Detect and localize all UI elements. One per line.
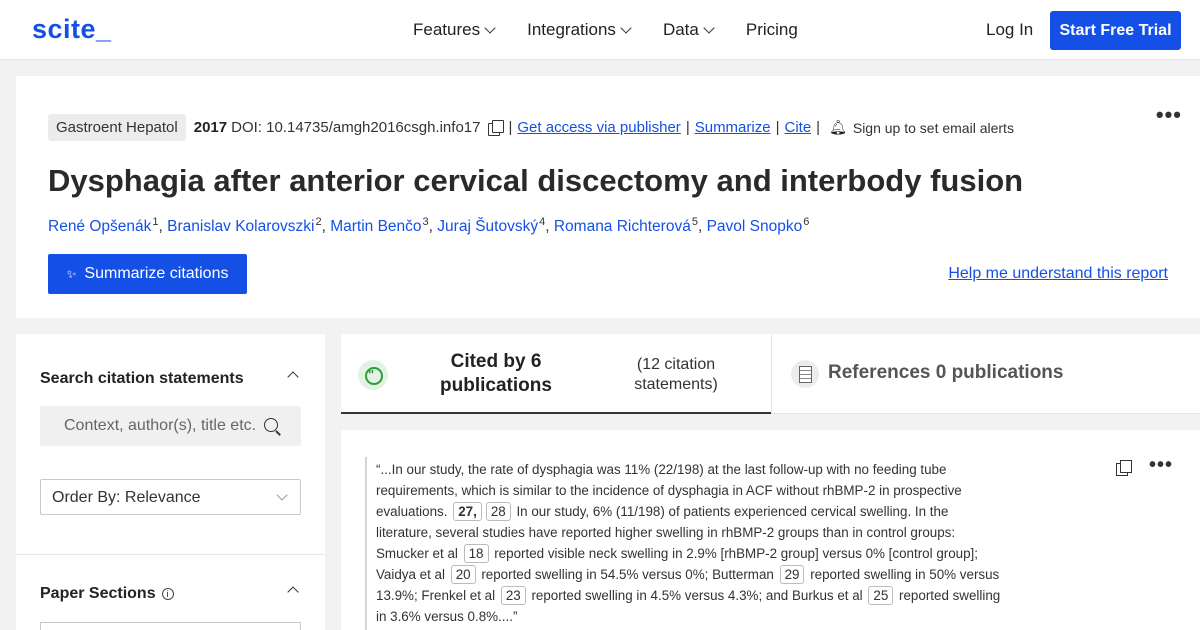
get-access-link[interactable]: Get access via publisher [517,119,680,136]
nav-features-label: Features [413,20,481,39]
paper-sections-title: Paper Sections i [40,585,174,603]
author-link[interactable]: Branislav Kolarovszki [167,218,314,235]
author-affiliation: 5 [691,216,698,228]
tab-cited-by[interactable]: " Cited by 6 publications (12 citation s… [341,334,771,414]
nav-features[interactable]: Features [413,20,496,40]
filter-sidebar: Search citation statements Order By: Rel… [16,334,325,630]
main-nav: Features Integrations Data Pricing [413,0,831,60]
publication-year: 2017 [193,119,228,136]
author-link[interactable]: Pavol Snopko [707,218,803,235]
nav-integrations[interactable]: Integrations [527,20,632,40]
citation-statement-text: “...In our study, the rate of dysphagia … [376,459,1006,627]
reference-badge[interactable]: 18 [463,544,489,563]
doi-text: DOI: 10.14735/amgh2016csgh.info17 [231,119,481,136]
copy-icon[interactable] [488,120,505,136]
more-options-icon[interactable]: ••• [1149,454,1173,477]
separator: | [816,119,821,136]
nav-data[interactable]: Data [662,20,715,40]
chevron-up-icon[interactable] [287,586,299,598]
paper-meta-row: Gastroent Hepatol 2017 DOI: 10.14735/amg… [48,114,1014,141]
nav-data-label: Data [662,20,699,39]
reference-badge[interactable]: 25 [868,586,894,605]
chevron-up-icon[interactable] [287,371,299,383]
nav-pricing[interactable]: Pricing [746,20,798,40]
bell-icon[interactable]: 🔔︎ [829,119,847,136]
author-link[interactable]: Martin Benčo [330,218,421,235]
nav-integrations-label: Integrations [527,20,616,39]
separator: | [775,119,780,136]
help-understand-report-link[interactable]: Help me understand this report [948,265,1168,283]
scite-logo[interactable]: scite_ [32,14,112,45]
paper-title: Dysphagia after anterior cervical discec… [48,163,1024,198]
references-label: References 0 publications [828,362,1064,383]
paper-header-card: Gastroent Hepatol 2017 DOI: 10.14735/amg… [16,76,1200,318]
reference-badge[interactable]: 28 [485,502,511,521]
search-citations-title: Search citation statements [40,370,244,387]
copy-icon[interactable] [1116,460,1132,476]
author-list: René Opšenák1, Branislav Kolarovszki2, M… [48,216,810,236]
author-affiliation: 2 [315,216,322,228]
reference-badge[interactable]: 23 [500,586,526,605]
summarize-citations-label: Summarize citations [84,265,229,282]
chevron-down-icon [703,22,715,34]
citation-search-input[interactable] [40,406,265,446]
sidebar-divider [16,554,325,555]
author-link[interactable]: Juraj Šutovský [437,218,538,235]
chevron-down-icon [620,22,632,34]
separator: | [685,119,690,136]
sections-select[interactable] [40,622,301,630]
summarize-link[interactable]: Summarize [695,119,771,136]
order-by-value: Order By: Relevance [52,489,201,506]
author-link[interactable]: Romana Richterová [554,218,691,235]
paper-sections-label: Paper Sections [40,585,156,602]
citation-statements-count: (12 citation statements) [634,356,718,393]
reference-badge[interactable]: 27, [453,502,482,521]
info-icon[interactable]: i [161,588,174,600]
top-navigation-bar: scite_ Features Integrations Data Pricin… [0,0,1200,60]
order-by-select[interactable]: Order By: Relevance [40,479,301,515]
document-icon [791,360,819,388]
login-link[interactable]: Log In [986,20,1033,40]
quote-bubble-icon: " [358,360,388,390]
citation-text-segment: reported swelling in 54.5% versus 0%; Bu… [477,567,778,582]
chevron-down-icon [276,489,288,501]
sparkle-icon: ✨︎ [66,266,77,281]
nav-pricing-label: Pricing [745,20,798,39]
author-affiliation: 1 [152,216,159,228]
tab-references[interactable]: References 0 publications [772,334,1200,414]
quote-bar [365,457,367,630]
cited-by-label: Cited by 6 publications [440,351,552,396]
author-affiliation: 6 [803,216,810,228]
journal-badge: Gastroent Hepatol [48,114,186,141]
reference-badge[interactable]: 29 [779,565,805,584]
cite-link[interactable]: Cite [784,119,811,136]
author-affiliation: 3 [422,216,429,228]
chevron-down-icon [484,22,496,34]
separator: | [508,119,513,136]
summarize-citations-button[interactable]: ✨︎ Summarize citations [48,254,247,294]
email-alerts-link[interactable]: Sign up to set email alerts [853,120,1014,136]
more-options-icon[interactable]: ••• [1156,102,1182,128]
reference-badge[interactable]: 20 [450,565,476,584]
citation-tabs: " Cited by 6 publications (12 citation s… [341,334,1200,414]
start-free-trial-button[interactable]: Start Free Trial [1050,11,1181,50]
author-affiliation: 4 [539,216,546,228]
citation-text-segment: reported swelling in 4.5% versus 4.3%; a… [527,588,867,603]
author-link[interactable]: René Opšenák [48,218,151,235]
citation-statement-card: “...In our study, the rate of dysphagia … [341,430,1200,630]
search-icon[interactable] [264,418,278,432]
